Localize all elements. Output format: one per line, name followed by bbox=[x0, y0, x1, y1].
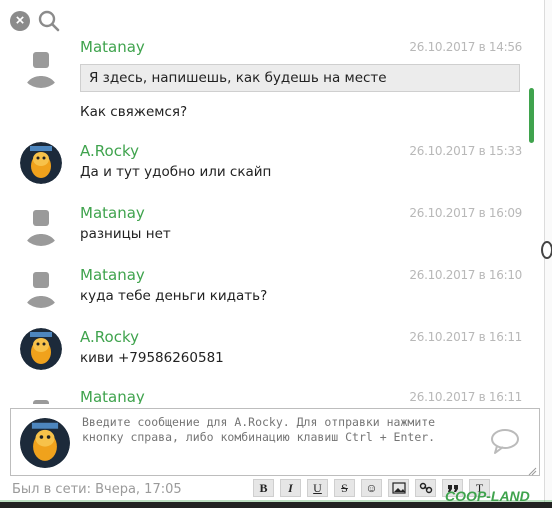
bold-button[interactable]: B bbox=[253, 479, 274, 497]
message-item: A.Rocky 26.10.2017 в 15:33 Да и тут удоб… bbox=[0, 142, 528, 202]
message-item: Matanay 26.10.2017 в 16:11 bbox=[0, 388, 528, 404]
scrollbar-thumb[interactable] bbox=[529, 88, 534, 143]
bottom-bar bbox=[0, 502, 552, 508]
message-item: Matanay 26.10.2017 в 16:10 куда тебе ден… bbox=[0, 266, 528, 326]
image-icon[interactable] bbox=[388, 479, 409, 497]
smile-icon[interactable]: ☺ bbox=[361, 479, 382, 497]
tiger-avatar[interactable] bbox=[20, 328, 62, 370]
chat-topbar: × bbox=[10, 10, 60, 32]
message-text: Да и тут удобно или скайп bbox=[80, 164, 272, 180]
message-author[interactable]: Matanay bbox=[80, 266, 145, 284]
message-text: куда тебе деньги кидать? bbox=[80, 288, 268, 304]
search-icon[interactable] bbox=[38, 10, 60, 32]
default-avatar[interactable] bbox=[20, 266, 62, 308]
message-item: Matanay 26.10.2017 в 14:56 Я здесь, напи… bbox=[0, 38, 528, 134]
default-avatar[interactable] bbox=[20, 46, 62, 88]
italic-button[interactable]: I bbox=[280, 479, 301, 497]
message-time: 26.10.2017 в 15:33 bbox=[409, 144, 522, 158]
default-avatar[interactable] bbox=[20, 394, 62, 404]
message-text: Как свяжемся? bbox=[80, 104, 188, 120]
message-time: 26.10.2017 в 14:56 bbox=[409, 40, 522, 54]
close-icon[interactable]: × bbox=[10, 11, 30, 31]
underline-button[interactable]: U bbox=[307, 479, 328, 497]
message-author[interactable]: A.Rocky bbox=[80, 142, 139, 160]
message-time: 26.10.2017 в 16:10 bbox=[409, 268, 522, 282]
message-time: 26.10.2017 в 16:09 bbox=[409, 206, 522, 220]
message-time: 26.10.2017 в 16:11 bbox=[409, 390, 522, 404]
default-avatar[interactable] bbox=[20, 204, 62, 246]
send-icon[interactable] bbox=[489, 427, 521, 460]
strikethrough-button[interactable]: S bbox=[334, 479, 355, 497]
message-author[interactable]: Matanay bbox=[80, 388, 145, 404]
message-input[interactable] bbox=[82, 415, 477, 465]
collapse-handle-icon[interactable] bbox=[541, 241, 552, 259]
tiger-avatar bbox=[20, 418, 70, 468]
message-text: киви +79586260581 bbox=[80, 350, 224, 366]
message-author[interactable]: Matanay bbox=[80, 204, 145, 222]
message-author[interactable]: Matanay bbox=[80, 38, 145, 56]
message-quote: Я здесь, напишешь, как будешь на месте bbox=[80, 64, 520, 92]
message-list[interactable]: Matanay 26.10.2017 в 14:56 Я здесь, напи… bbox=[0, 32, 528, 404]
message-text: разницы нет bbox=[80, 226, 171, 242]
message-item: A.Rocky 26.10.2017 в 16:11 киви +7958626… bbox=[0, 328, 528, 388]
tiger-avatar[interactable] bbox=[20, 142, 62, 184]
last-seen-status: Был в сети: Вчера, 17:05 bbox=[12, 482, 182, 497]
resize-grip-icon[interactable] bbox=[527, 463, 537, 481]
link-icon[interactable] bbox=[415, 479, 436, 497]
message-item: Matanay 26.10.2017 в 16:09 разницы нет bbox=[0, 204, 528, 264]
message-time: 26.10.2017 в 16:11 bbox=[409, 330, 522, 344]
message-author[interactable]: A.Rocky bbox=[80, 328, 139, 346]
